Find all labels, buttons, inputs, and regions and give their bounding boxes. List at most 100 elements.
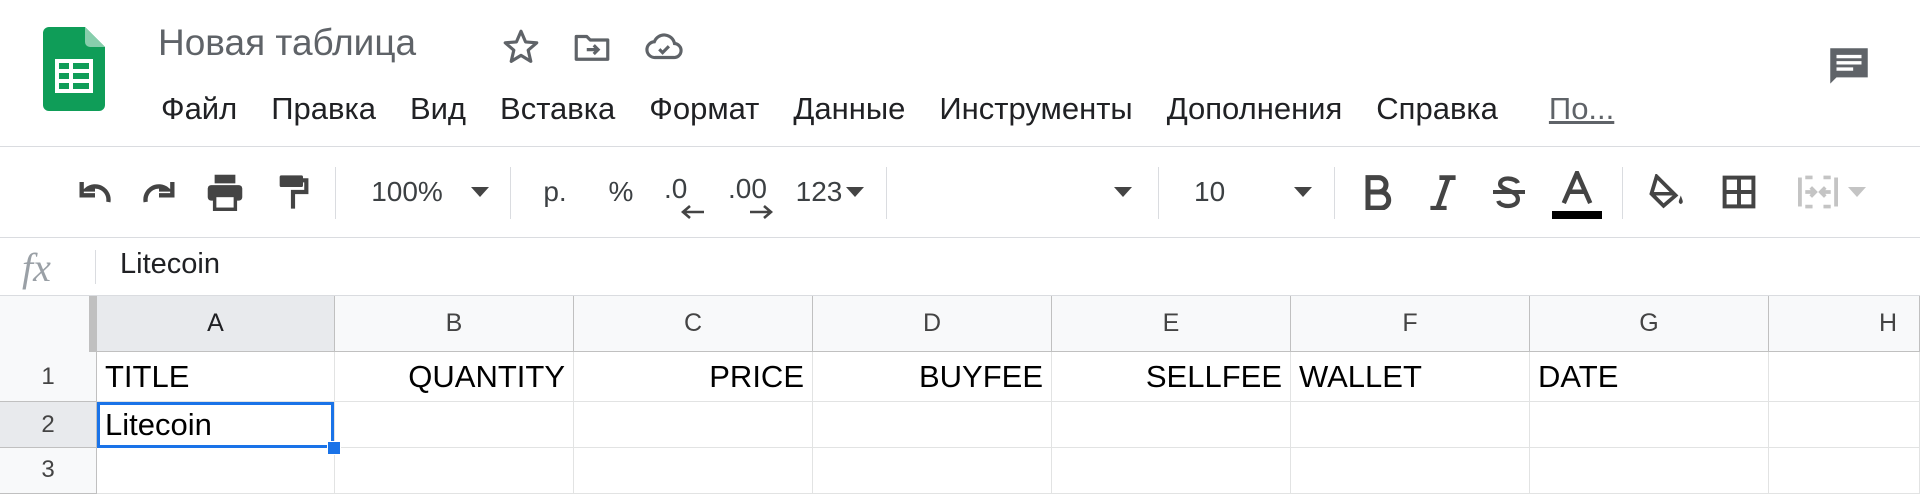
merge-cells-button[interactable] (1784, 147, 1880, 237)
column-header-a[interactable]: A (97, 296, 335, 352)
formula-bar-divider (95, 250, 96, 284)
menu-insert[interactable]: Вставка (483, 86, 632, 132)
cell-h1[interactable] (1769, 352, 1920, 402)
paint-bucket-icon (1649, 174, 1683, 209)
cell-f2[interactable] (1291, 402, 1530, 448)
select-all-corner[interactable] (0, 296, 97, 352)
menu-file[interactable]: Файл (144, 86, 254, 132)
cell-h2[interactable] (1769, 402, 1920, 448)
more-formats-label: 123 (795, 176, 843, 207)
menu-tools[interactable]: Инструменты (922, 86, 1149, 132)
arrow-left-icon (681, 205, 704, 219)
cell-e2[interactable] (1052, 402, 1291, 448)
cell-b2[interactable] (335, 402, 574, 448)
document-title[interactable]: Новая таблица (158, 22, 416, 64)
spreadsheet-grid: A B C D E F G H 1 2 3 TITLE QUANTITY PRI… (0, 296, 1920, 494)
sheets-logo[interactable] (43, 27, 105, 117)
cloud-saved-icon[interactable] (642, 26, 686, 73)
cell-e1[interactable]: SELLFEE (1052, 352, 1291, 402)
increase-decimal-label: .00 (728, 173, 767, 204)
cell-b1[interactable]: QUANTITY (335, 352, 574, 402)
toolbar-divider (886, 167, 887, 219)
paint-format-icon[interactable] (270, 147, 316, 237)
column-header-f[interactable]: F (1291, 296, 1530, 352)
bold-button[interactable] (1352, 147, 1402, 237)
borders-button[interactable] (1714, 147, 1764, 237)
cell-d1[interactable]: BUYFEE (813, 352, 1052, 402)
text-color-swatch (1552, 211, 1602, 219)
increase-decimal-button[interactable]: .00 (724, 147, 780, 237)
font-family-select[interactable] (900, 147, 1140, 237)
formula-bar: fx Litecoin (0, 238, 1920, 296)
last-edit-link[interactable]: По... (1549, 86, 1614, 132)
column-header-h[interactable]: H (1769, 296, 1920, 352)
italic-icon (1430, 175, 1456, 210)
chevron-down-icon (846, 187, 865, 197)
cell-f3[interactable] (1291, 448, 1530, 494)
menu-edit[interactable]: Правка (254, 86, 393, 132)
menu-data[interactable]: Данные (776, 86, 922, 132)
cell-d2[interactable] (813, 402, 1052, 448)
decrease-decimal-button[interactable]: .0 (658, 147, 714, 237)
toolbar-divider (1334, 167, 1335, 219)
currency-format-button[interactable]: р. (530, 147, 580, 237)
toolbar-divider (510, 167, 511, 219)
app-header: Новая таблица Файл Правка Вид Вставка Фо… (0, 0, 1920, 147)
fill-color-button[interactable] (1642, 147, 1692, 237)
toolbar-divider (335, 167, 336, 219)
formula-input[interactable]: Litecoin (120, 248, 220, 281)
cell-g1[interactable]: DATE (1530, 352, 1769, 402)
cell-h3[interactable] (1769, 448, 1920, 494)
strikethrough-icon (1493, 176, 1525, 209)
menu-help[interactable]: Справка (1359, 86, 1515, 132)
cell-e3[interactable] (1052, 448, 1291, 494)
move-to-folder-icon[interactable] (571, 26, 613, 73)
cell-c3[interactable] (574, 448, 813, 494)
toolbar: 100% р. % .0 .00 123 10 (0, 147, 1920, 238)
font-size-select[interactable]: 10 (1180, 147, 1320, 237)
row-header-3[interactable]: 3 (0, 448, 97, 494)
cell-c2[interactable] (574, 402, 813, 448)
toolbar-divider (1158, 167, 1159, 219)
toolbar-divider (1622, 167, 1623, 219)
zoom-select[interactable]: 100% (360, 147, 500, 237)
text-color-icon (1561, 171, 1593, 205)
column-header-d[interactable]: D (813, 296, 1052, 352)
cell-g3[interactable] (1530, 448, 1769, 494)
cell-b3[interactable] (335, 448, 574, 494)
column-header-g[interactable]: G (1530, 296, 1769, 352)
text-color-button[interactable] (1550, 147, 1604, 237)
fx-icon: fx (22, 245, 51, 290)
print-icon[interactable] (200, 147, 250, 237)
cell-f1[interactable]: WALLET (1291, 352, 1530, 402)
column-header-e[interactable]: E (1052, 296, 1291, 352)
active-cell-outline (97, 402, 334, 448)
decrease-decimal-label: .0 (664, 173, 688, 204)
undo-icon[interactable] (70, 147, 120, 237)
redo-icon[interactable] (134, 147, 184, 237)
strikethrough-button[interactable] (1484, 147, 1534, 237)
font-size-value: 10 (1194, 176, 1226, 207)
fill-handle[interactable] (327, 441, 341, 455)
menu-view[interactable]: Вид (393, 86, 483, 132)
cell-g2[interactable] (1530, 402, 1769, 448)
comments-icon[interactable] (1824, 42, 1874, 97)
cell-a1[interactable]: TITLE (97, 352, 335, 402)
column-header-b[interactable]: B (335, 296, 574, 352)
column-header-c[interactable]: C (574, 296, 813, 352)
more-formats-button[interactable]: 123 (790, 147, 870, 237)
arrow-right-icon (750, 205, 773, 219)
bold-icon (1365, 175, 1392, 210)
star-icon[interactable] (500, 26, 542, 73)
menu-addons[interactable]: Дополнения (1150, 86, 1360, 132)
percent-format-button[interactable]: % (596, 147, 646, 237)
italic-button[interactable] (1418, 147, 1468, 237)
cell-c1[interactable]: PRICE (574, 352, 813, 402)
chevron-down-icon (1848, 187, 1866, 197)
menu-format[interactable]: Формат (632, 86, 776, 132)
cell-a3[interactable] (97, 448, 335, 494)
row-header-1[interactable]: 1 (0, 352, 97, 402)
cell-d3[interactable] (813, 448, 1052, 494)
row-header-2[interactable]: 2 (0, 402, 97, 448)
chevron-down-icon (470, 187, 489, 197)
